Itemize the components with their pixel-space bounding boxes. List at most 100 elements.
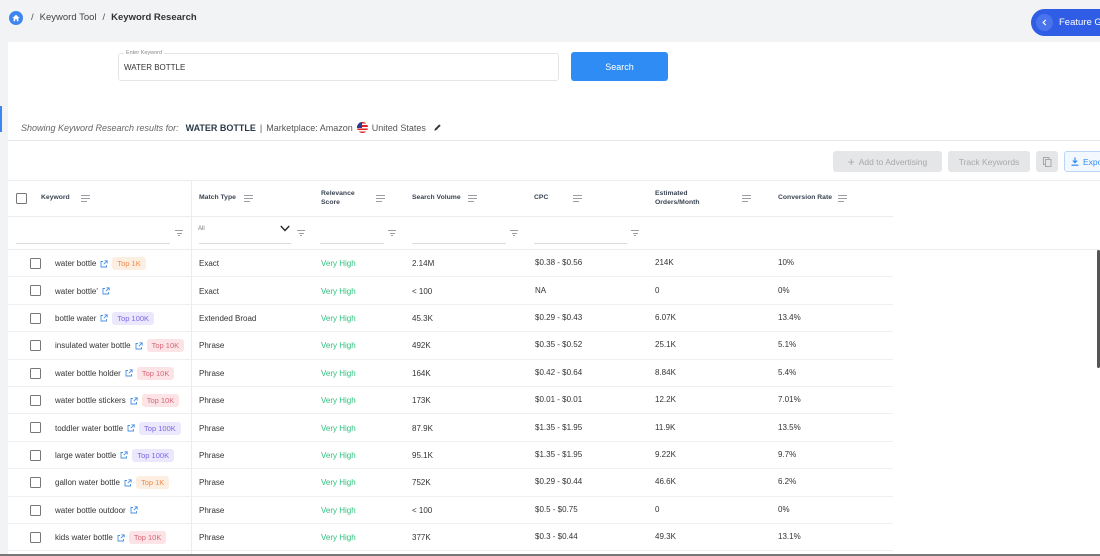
- row-checkbox[interactable]: [30, 449, 41, 461]
- column-menu-icon[interactable]: [376, 195, 385, 202]
- table-row[interactable]: insulated water bottle Top 10K Phrase Very …: [8, 332, 893, 360]
- row-checkbox[interactable]: [30, 367, 41, 379]
- external-link-icon[interactable]: [125, 369, 133, 377]
- table-row[interactable]: gallon water bottle Top 1K Phrase Very High…: [8, 469, 893, 497]
- match-type-cell: Phrase: [199, 423, 225, 433]
- conversion-cell: 13.5%: [778, 422, 801, 432]
- keyword-field-label: Enter Keyword: [124, 50, 165, 56]
- search-volume-cell: 95.1K: [412, 450, 433, 460]
- edit-pencil-icon[interactable]: [433, 123, 442, 132]
- external-link-icon[interactable]: [130, 506, 138, 514]
- external-link-icon[interactable]: [102, 287, 110, 295]
- column-header-cpc[interactable]: CPC: [534, 181, 548, 216]
- row-checkbox[interactable]: [30, 422, 41, 434]
- match-type-filter-value[interactable]: All: [198, 226, 205, 232]
- table-row[interactable]: bottle water Top 100K Extended Broad Very H…: [8, 305, 893, 333]
- table-row[interactable]: water bottle holder Top 10K Phrase Very Hig…: [8, 360, 893, 387]
- rank-badge: Top 1K: [135, 476, 170, 490]
- results-prefix: Showing Keyword Research results for:: [21, 122, 179, 133]
- keyword-text: toddler water bottle: [55, 423, 124, 433]
- export-button[interactable]: Expo: [1064, 151, 1100, 172]
- external-link-icon[interactable]: [135, 342, 143, 350]
- row-checkbox[interactable]: [30, 340, 41, 352]
- table-row[interactable]: kids water bottle Top 10K Phrase Very High 3…: [8, 524, 893, 552]
- row-separator: [8, 550, 893, 552]
- column-header-keyword[interactable]: Keyword: [41, 181, 70, 216]
- row-checkbox[interactable]: [30, 532, 41, 543]
- keyword-text: gallon water bottle: [55, 478, 120, 488]
- relevance-cell: Very High: [321, 341, 356, 351]
- orders-cell: 8.84K: [655, 367, 676, 377]
- table-top-border: [8, 180, 1100, 181]
- header-line: Estimated: [655, 189, 688, 197]
- external-link-icon[interactable]: [117, 534, 125, 542]
- column-menu-icon[interactable]: [244, 195, 253, 202]
- column-header-search-volume[interactable]: Search Volume: [412, 181, 461, 216]
- cpc-cell: NA: [535, 285, 547, 295]
- row-checkbox[interactable]: [30, 258, 41, 269]
- filter-icon[interactable]: [631, 230, 639, 236]
- table-row[interactable]: water bottle stickers Top 10K Phrase Very H…: [8, 387, 893, 415]
- row-checkbox[interactable]: [30, 285, 41, 297]
- column-menu-icon[interactable]: [742, 195, 751, 202]
- external-link-icon[interactable]: [130, 397, 138, 405]
- column-menu-icon[interactable]: [838, 195, 847, 202]
- column-header-relevance-score[interactable]: Relevance Score: [321, 181, 355, 216]
- search-volume-filter-input[interactable]: [412, 243, 506, 244]
- external-link-icon[interactable]: [100, 314, 109, 322]
- search-volume-cell: 173K: [412, 396, 431, 406]
- results-summary: Showing Keyword Research results for: WA…: [21, 122, 442, 133]
- download-icon: [1071, 157, 1079, 166]
- row-checkbox[interactable]: [30, 504, 41, 516]
- cpc-cell: $0.35 - $0.52: [535, 340, 583, 350]
- keyword-filter-input[interactable]: [16, 243, 170, 244]
- external-link-icon[interactable]: [124, 479, 132, 487]
- column-menu-icon[interactable]: [468, 195, 477, 202]
- keyword-input[interactable]: [124, 63, 544, 72]
- track-keywords-button[interactable]: Track Keywords: [948, 151, 1030, 172]
- column-menu-icon[interactable]: [573, 195, 582, 202]
- external-link-icon[interactable]: [127, 424, 135, 432]
- cpc-cell: $0.5 - $0.75: [535, 504, 578, 514]
- cpc-cell: $0.3 - $0.44: [535, 532, 578, 542]
- row-checkbox[interactable]: [30, 395, 41, 406]
- cpc-cell: $0.29 - $0.43: [535, 312, 583, 322]
- filter-icon[interactable]: [388, 230, 396, 236]
- relevance-cell: Very High: [321, 478, 356, 488]
- keyword-field[interactable]: Enter Keyword: [118, 50, 559, 81]
- select-all-checkbox[interactable]: [16, 193, 27, 204]
- active-section-marker: [0, 106, 2, 132]
- copy-button[interactable]: [1036, 151, 1058, 172]
- table-row[interactable]: water bottle' Exact Very High < 100 NA 0 0%: [8, 277, 893, 305]
- chevron-down-icon[interactable]: [280, 225, 290, 234]
- breadcrumb-separator: /: [102, 12, 106, 23]
- relevance-cell: Very High: [321, 505, 356, 515]
- match-type-cell: Extended Broad: [199, 313, 257, 323]
- column-header-estimated-orders[interactable]: Estimated Orders/Month: [655, 181, 700, 216]
- column-menu-icon[interactable]: [81, 195, 90, 202]
- row-checkbox[interactable]: [30, 477, 41, 489]
- rank-badge: Top 10K: [141, 394, 180, 408]
- search-button[interactable]: Search: [571, 52, 668, 81]
- table-row[interactable]: water bottle Top 1K Exact Very High 2.14M $0.…: [8, 250, 893, 278]
- breadcrumb-keyword-tool[interactable]: Keyword Tool: [40, 12, 97, 23]
- match-type-filter-select[interactable]: [199, 243, 291, 244]
- table-row[interactable]: toddler water bottle Top 100K Phrase Very H…: [8, 414, 893, 442]
- search-volume-cell: 377K: [412, 533, 431, 543]
- table-row[interactable]: large water bottle Top 100K Phrase Very Hig…: [8, 442, 893, 470]
- column-header-conversion-rate[interactable]: Conversion Rate: [778, 181, 832, 216]
- filter-icon[interactable]: [175, 230, 183, 236]
- feature-guide-button[interactable]: Feature Gu: [1031, 9, 1100, 36]
- filter-icon[interactable]: [510, 230, 518, 236]
- table-row[interactable]: water bottle outdoor Phrase Very High < 100…: [8, 497, 893, 524]
- relevance-filter-input[interactable]: [320, 243, 384, 244]
- keyword-cell: water bottle Top 1K: [55, 250, 189, 277]
- add-to-advertising-button[interactable]: + Add to Advertising: [833, 151, 942, 172]
- external-link-icon[interactable]: [120, 451, 129, 459]
- cpc-filter-input[interactable]: [534, 243, 627, 244]
- filter-icon[interactable]: [297, 230, 305, 236]
- home-icon[interactable]: [9, 11, 23, 25]
- column-header-match-type[interactable]: Match Type: [199, 181, 236, 216]
- row-checkbox[interactable]: [30, 312, 41, 324]
- external-link-icon[interactable]: [100, 260, 109, 268]
